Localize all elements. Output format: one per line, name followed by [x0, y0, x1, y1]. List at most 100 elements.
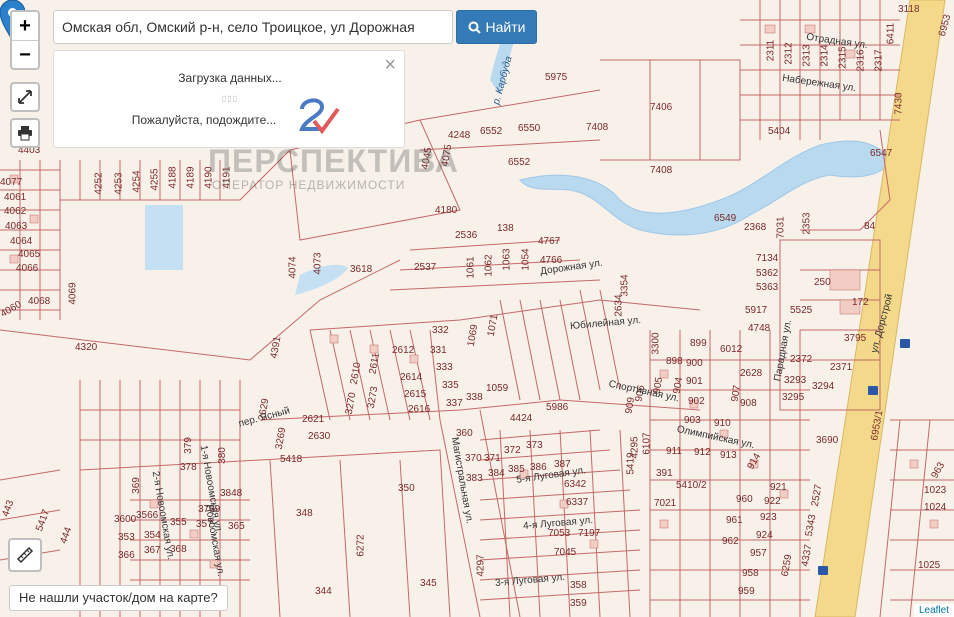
search-button[interactable]: Найти [456, 10, 537, 44]
parcel-label: 6272 [355, 534, 367, 557]
parcel-label: 6411 [885, 22, 897, 45]
parcel-label: 902 [688, 396, 705, 407]
parcel-label: 372 [504, 445, 521, 456]
parcel-label: 3690 [816, 435, 839, 446]
loading-popup: × Загрузка данных... ▯▯▯ Пожалуйста, под… [53, 50, 405, 148]
parcel-label: 3293 [784, 375, 807, 386]
parcel-label: 380 [216, 447, 228, 464]
parcel-label: 1062 [483, 254, 495, 277]
fullscreen-icon [18, 90, 32, 104]
parcel-label: 2371 [830, 362, 853, 373]
parcel-label: 911 [666, 446, 682, 457]
parcel-label: 4061 [4, 192, 27, 203]
parcel-label: 5419 [625, 452, 637, 475]
parcel-label: 2634 [613, 294, 625, 317]
parcel-label: 7031 [775, 216, 787, 239]
parcel-label: 5410/2 [676, 480, 707, 491]
measure-button[interactable] [8, 538, 42, 572]
parcel-label: 4073 [312, 252, 324, 275]
parcel-label: 6547 [870, 148, 893, 159]
parcel-label: 172 [852, 297, 869, 308]
parcel-label: 365 [228, 521, 245, 532]
parcel-label: 962 [722, 536, 739, 547]
parcel-label: 333 [436, 362, 453, 373]
parcel-label: 379 [182, 437, 194, 454]
not-found-button[interactable]: Не нашли участок/дом на карте? [9, 585, 228, 611]
parcel-label: 6552 [508, 157, 531, 168]
print-button[interactable] [10, 118, 40, 148]
parcel-label: 2612 [392, 345, 415, 356]
parcel-label: 908 [740, 398, 757, 409]
zoom-in-button[interactable]: + [12, 12, 38, 40]
parcel-label: 6550 [518, 123, 541, 134]
parcel-label: 350 [398, 483, 415, 494]
parcel-label: 4066 [16, 263, 39, 274]
parcel-label: 4062 [4, 206, 27, 217]
parcel-label: 1023 [924, 485, 947, 496]
parcel-label: 4248 [448, 130, 471, 141]
parcel-label: 6012 [720, 344, 743, 355]
watermark-subtitle: ОПЕРАТОР НЕДВИЖИМОСТИ [212, 178, 406, 192]
parcel-label: 371 [484, 453, 501, 464]
parcel-label: 960 [736, 494, 753, 505]
parcel-label: 2312 [783, 42, 795, 65]
parcel-label: 359 [570, 598, 587, 609]
parcel-label: 961 [726, 515, 743, 526]
parcel-label: 899 [690, 338, 707, 349]
parcel-label: 2317 [873, 49, 885, 72]
parcel-label: 5363 [756, 282, 779, 293]
parcel-label: 5986 [546, 402, 569, 413]
parcel-label: 3848 [220, 488, 243, 499]
parcel-label: 138 [497, 223, 514, 234]
parcel-label: 5418 [280, 454, 303, 465]
parcel-label: 250 [814, 277, 831, 288]
parcel-label: 1054 [520, 248, 532, 271]
parcel-label: 7408 [650, 165, 673, 176]
parcel-label: 2372 [790, 354, 813, 365]
parcel-label: 2628 [740, 368, 763, 379]
address-search-input[interactable] [54, 19, 452, 35]
parcel-label: 957 [750, 548, 767, 559]
parcel-label: 923 [760, 512, 777, 523]
parcel-label: 912 [694, 447, 711, 458]
parcel-label: 4065 [18, 249, 41, 260]
parcel-label: 355 [170, 517, 187, 528]
parcel-label: 5362 [756, 268, 779, 279]
parcel-label: 373 [526, 440, 543, 451]
parcel-label: 337 [446, 398, 463, 409]
parcel-label: 7134 [756, 253, 779, 264]
parcel-label: 2313 [801, 44, 813, 67]
parcel-label: 391 [656, 468, 673, 479]
zoom-out-button[interactable]: − [12, 40, 38, 68]
parcel-label: 2314 [819, 44, 831, 67]
fullscreen-button[interactable] [10, 82, 40, 112]
loading-spinner: ▯▯▯ [221, 94, 239, 103]
parcel-label: 7430 [893, 92, 905, 115]
parcel-label: 366 [118, 550, 135, 561]
parcel-label: 2616 [408, 404, 431, 415]
parcel-label: 3795 [844, 333, 867, 344]
parcel-label: 4063 [5, 221, 28, 232]
parcel-label: 922 [764, 496, 781, 507]
parcel-label: 4424 [510, 413, 533, 424]
parcel-label: 5975 [545, 72, 568, 83]
parcel-label: 6337 [566, 497, 589, 508]
parcel-label: 4254 [131, 170, 143, 193]
parcel-label: 2353 [801, 212, 813, 235]
parcel-label: 4767 [538, 236, 561, 247]
parcel-label: 7408 [586, 122, 609, 133]
parcel-label: 378 [180, 462, 197, 473]
parcel-label: 84 [864, 221, 876, 232]
parcel-label: 2368 [744, 222, 767, 233]
parcel-label: 2614 [400, 372, 423, 383]
parcel-label: 913 [720, 450, 737, 461]
parcel-label: 7045 [554, 547, 577, 558]
parcel-label: 348 [296, 508, 313, 519]
parcel-label: 5404 [768, 126, 791, 137]
parcel-label: 910 [714, 418, 731, 429]
parcel-label: 367 [144, 545, 161, 556]
parcel-label: 2537 [414, 262, 437, 273]
parcel-label: 332 [432, 325, 449, 336]
parcel-label: 3295 [782, 392, 805, 403]
leaflet-attribution[interactable]: Leaflet [913, 604, 954, 617]
